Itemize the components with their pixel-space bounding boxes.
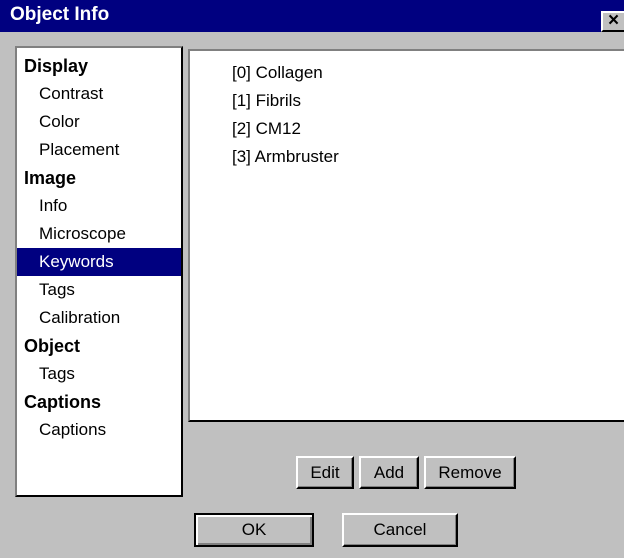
sidebar-item-color[interactable]: Color <box>17 108 181 136</box>
sidebar-item-captions[interactable]: Captions <box>17 416 181 444</box>
remove-button[interactable]: Remove <box>424 456 516 489</box>
sidebar-item-image-tags[interactable]: Tags <box>17 276 181 304</box>
window-title: Object Info <box>10 4 110 25</box>
sidebar-item-placement[interactable]: Placement <box>17 136 181 164</box>
ok-button[interactable]: OK <box>194 513 314 547</box>
sidebar-header-display[interactable]: Display <box>17 52 181 80</box>
sidebar-item-keywords[interactable]: Keywords <box>17 248 181 276</box>
sidebar-header-captions[interactable]: Captions <box>17 388 181 416</box>
keyword-item[interactable]: [2] CM12 <box>232 115 301 143</box>
keyword-item[interactable]: [1] Fibrils <box>232 87 301 115</box>
title-bar: Object Info × <box>0 0 624 32</box>
keyword-item[interactable]: [0] Collagen <box>232 59 323 87</box>
sidebar-item-microscope[interactable]: Microscope <box>17 220 181 248</box>
keywords-list[interactable]: [0] Collagen [1] Fibrils [2] CM12 [3] Ar… <box>188 49 624 422</box>
sidebar-item-contrast[interactable]: Contrast <box>17 80 181 108</box>
sidebar-item-object-tags[interactable]: Tags <box>17 360 181 388</box>
cancel-button[interactable]: Cancel <box>342 513 458 547</box>
sidebar-item-info[interactable]: Info <box>17 192 181 220</box>
keyword-item[interactable]: [3] Armbruster <box>232 143 339 171</box>
sidebar-item-calibration[interactable]: Calibration <box>17 304 181 332</box>
sidebar-header-image[interactable]: Image <box>17 164 181 192</box>
close-icon: × <box>607 10 620 31</box>
edit-button[interactable]: Edit <box>296 456 354 489</box>
sidebar-header-object[interactable]: Object <box>17 332 181 360</box>
category-sidebar: Display Contrast Color Placement Image I… <box>15 46 183 497</box>
add-button[interactable]: Add <box>359 456 419 489</box>
close-button[interactable]: × <box>601 11 624 32</box>
